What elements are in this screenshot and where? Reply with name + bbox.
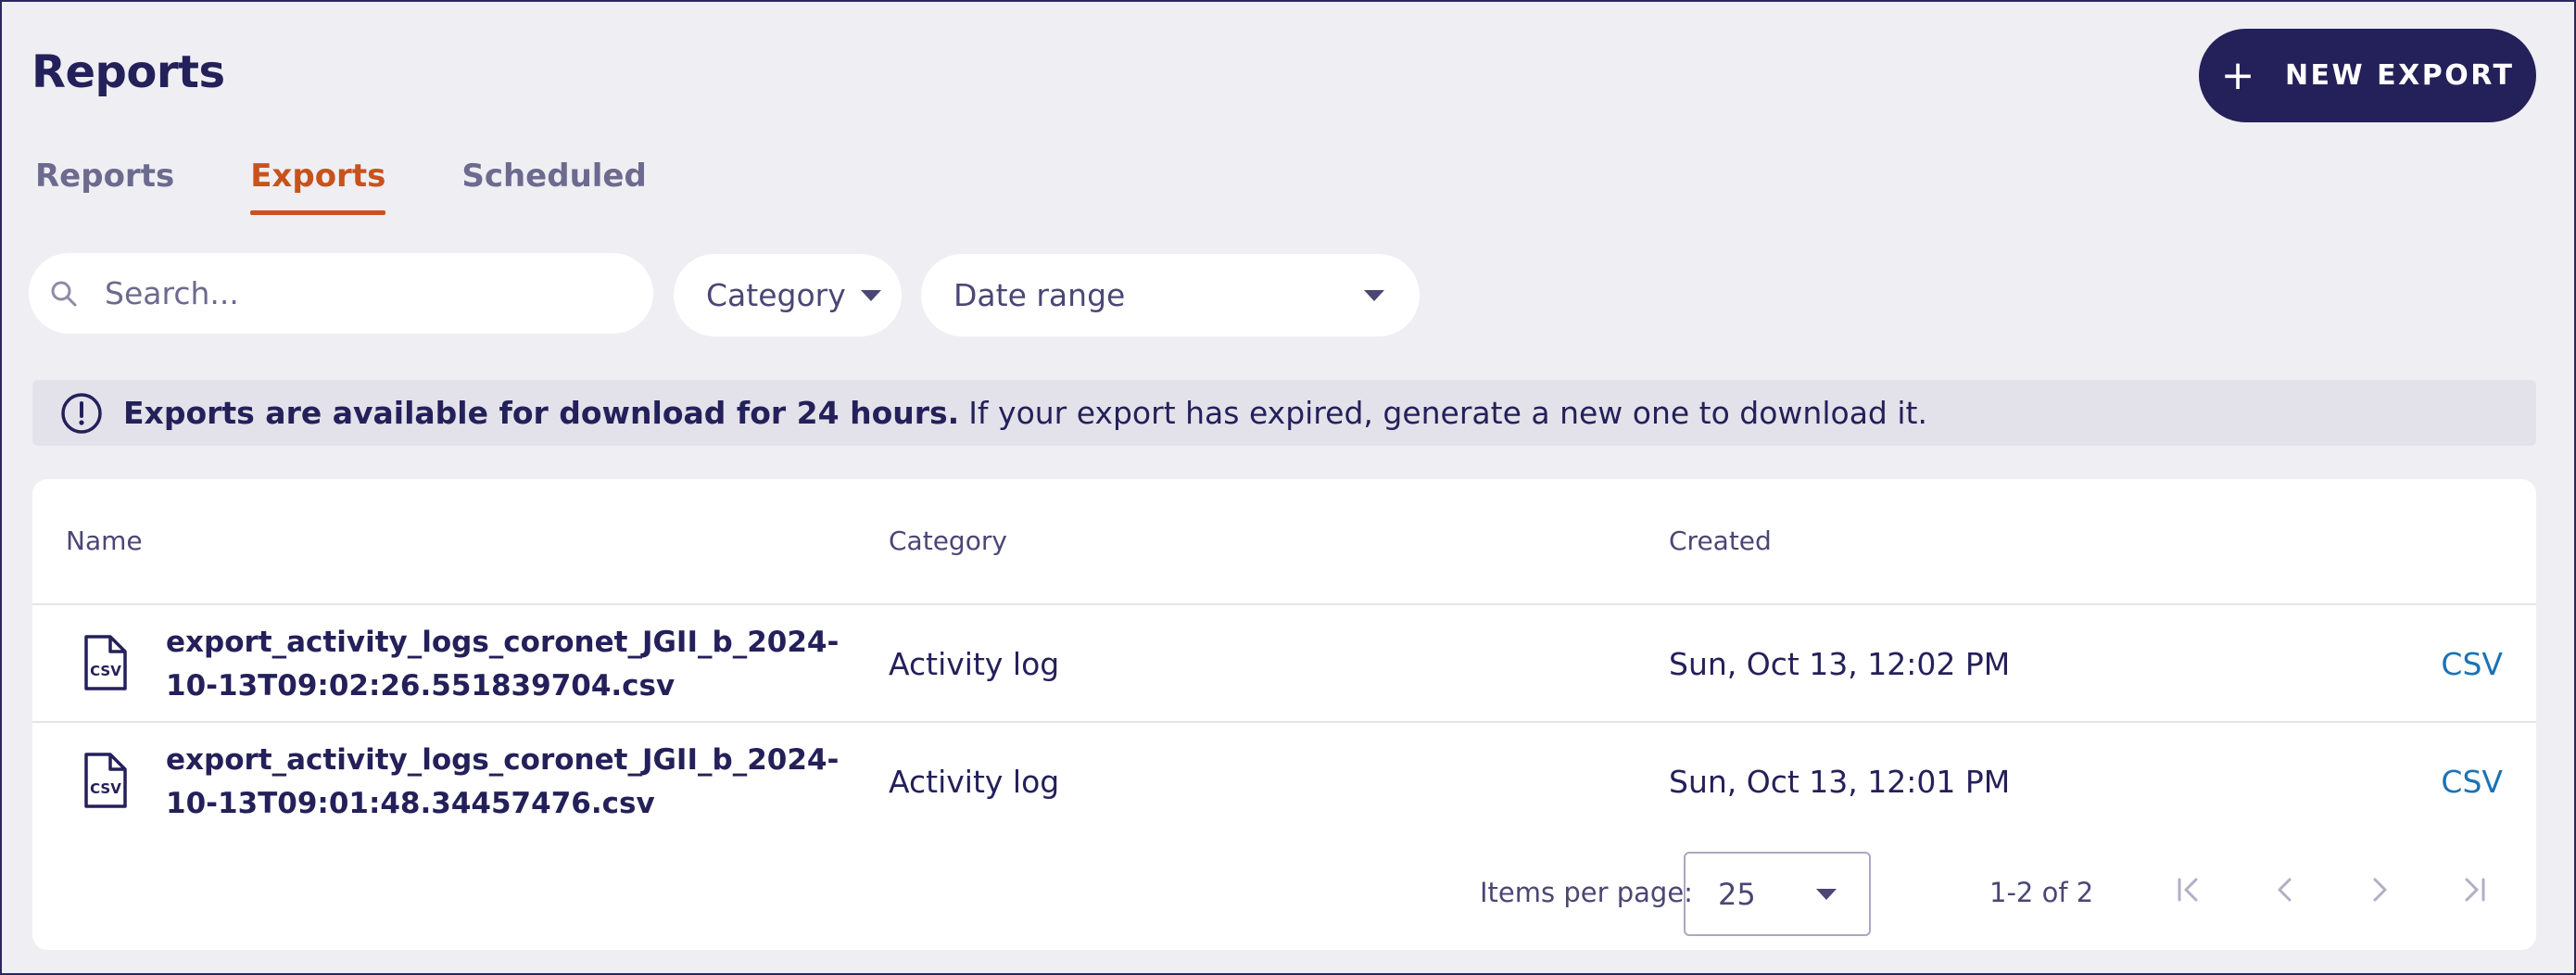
chevron-left-icon [2278,878,2292,902]
info-banner: Exports are available for download for 2… [32,380,2536,446]
page-range: 1-2 of 2 [1989,877,2094,908]
prev-page-button[interactable] [2264,868,2306,911]
chevron-right-icon [2373,878,2387,902]
last-page-button[interactable] [2453,868,2495,911]
caret-down-icon [1816,888,1837,900]
page-size-value: 25 [1718,876,1756,912]
tab-bar: Reports Exports Scheduled [35,158,723,215]
csv-file-icon: CSV [84,635,127,690]
table-row: CSV export_activity_logs_coronet_JGII_b_… [32,605,2536,724]
column-header-created: Created [1669,525,1772,556]
plus-icon: + [2220,51,2257,99]
tab-reports[interactable]: Reports [35,158,174,215]
category-cell: Activity log [889,646,1060,682]
first-page-button[interactable] [2167,868,2210,911]
date-range-filter[interactable]: Date range [921,254,1420,336]
date-range-label: Date range [953,277,1126,313]
next-page-button[interactable] [2358,868,2401,911]
new-export-label: NEW EXPORT [2284,59,2515,92]
caret-down-icon [860,289,881,301]
page-size-select[interactable]: 25 [1684,852,1871,936]
info-icon [61,392,102,434]
file-name: export_activity_logs_coronet_JGII_b_2024… [166,743,840,820]
search-box [29,253,653,334]
exports-table: Name Category Created CSV export_activit… [32,479,2536,950]
first-page-icon [2178,878,2198,902]
svg-text:CSV: CSV [90,780,121,797]
tab-exports[interactable]: Exports [250,158,386,215]
category-filter[interactable]: Category [674,254,902,336]
page-title: Reports [32,46,225,98]
new-export-button[interactable]: + NEW EXPORT [2199,29,2536,122]
caret-down-icon [1364,289,1384,301]
column-header-name: Name [66,525,143,556]
tab-scheduled[interactable]: Scheduled [461,158,647,215]
table-row: CSV export_activity_logs_coronet_JGII_b_… [32,723,2536,842]
csv-file-icon: CSV [84,753,127,808]
created-cell: Sun, Oct 13, 12:02 PM [1669,646,2011,682]
csv-download-link[interactable]: CSV [2441,764,2503,800]
banner-bold-text: Exports are available for download for 2… [123,395,960,431]
search-input[interactable] [105,275,624,311]
banner-text: If your export has expired, generate a n… [968,395,1927,431]
svg-text:CSV: CSV [90,663,121,679]
search-icon [51,281,77,306]
csv-download-link[interactable]: CSV [2441,646,2503,682]
items-per-page-label: Items per page: [1480,877,1693,908]
last-page-icon [2465,878,2485,902]
category-filter-label: Category [706,277,846,313]
file-name: export_activity_logs_coronet_JGII_b_2024… [166,626,840,703]
column-header-category: Category [889,525,1007,556]
created-cell: Sun, Oct 13, 12:01 PM [1669,764,2011,800]
category-cell: Activity log [889,764,1060,800]
